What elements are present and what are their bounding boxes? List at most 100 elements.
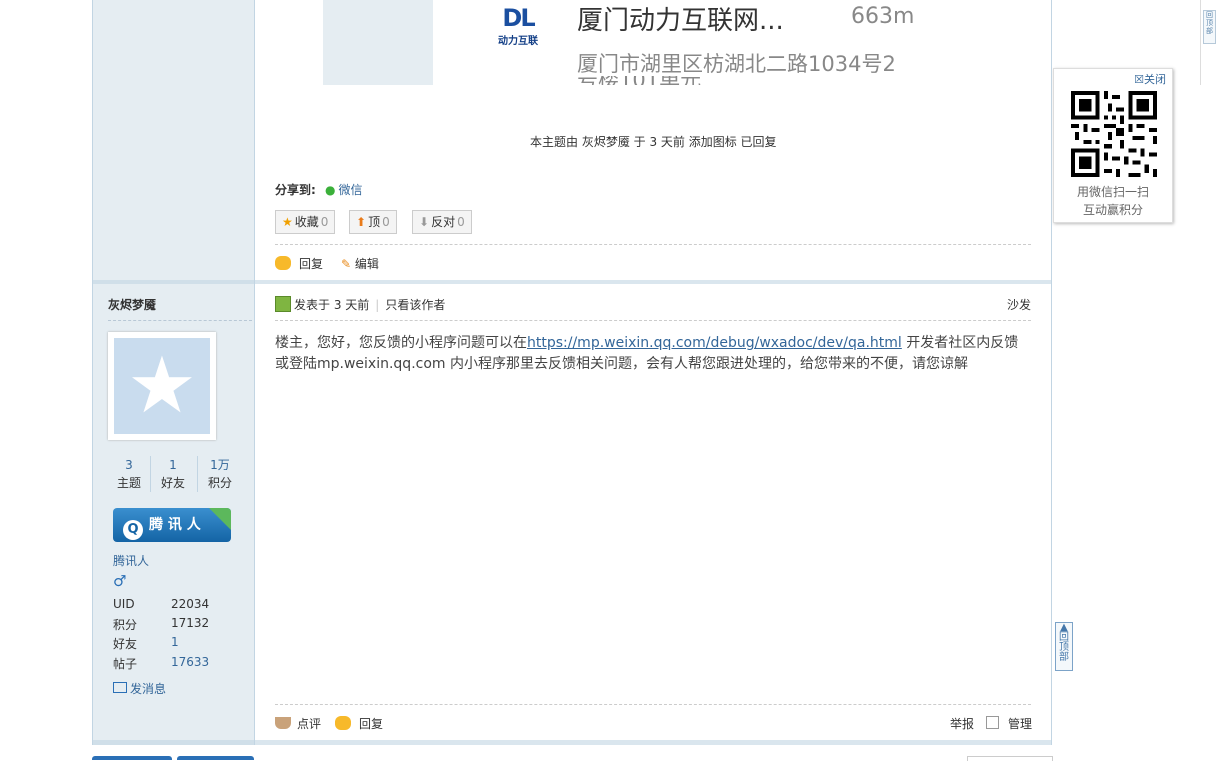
qr-caption: 用微信扫一扫 互动赢积分 <box>1054 183 1172 219</box>
manage-label: 管理 <box>1008 717 1033 731</box>
stat-friends[interactable]: 1 好友 <box>150 456 196 492</box>
reply-button[interactable]: 回复 <box>275 255 323 272</box>
stat-topics[interactable]: 3 主题 <box>106 456 152 492</box>
company-logo: DL 动力互联 <box>493 4 543 52</box>
map-scroll-handle[interactable]: 回顶部 <box>1203 10 1216 44</box>
post-content: 楼主，您好，您反馈的小程序问题可以在https://mp.weixin.qq.c… <box>275 333 1031 375</box>
share-label: 分享到: <box>275 183 316 197</box>
place-address-cont: 号楼101单元 <box>577 76 701 85</box>
qr-code-icon <box>1071 91 1157 177</box>
back-to-top-button[interactable]: ▲ 回顶部 <box>1055 622 1073 671</box>
profile-posts-link[interactable]: 17633 <box>171 655 209 669</box>
post-icon <box>275 296 291 312</box>
thread-frame: DL 动力互联 厦门动力互联网... 663m 厦门市湖里区枋湖北二路1034号… <box>92 0 1216 745</box>
qr-caption-line2: 互动赢积分 <box>1082 203 1143 217</box>
map-card[interactable]: DL 动力互联 厦门动力互联网... 663m 厦门市湖里区枋湖北二路1034号… <box>323 0 1216 85</box>
share-wechat-link[interactable]: ● 微信 <box>325 181 363 198</box>
place-distance: 663m <box>851 4 915 29</box>
back-to-top-label: 回顶部 <box>1059 632 1069 663</box>
floor-number[interactable]: 沙发 <box>1007 296 1031 313</box>
post-link[interactable]: https://mp.weixin.qq.com/debug/wxadoc/de… <box>527 335 902 351</box>
coffee-cup-icon <box>275 717 291 729</box>
post-bottom-separator <box>93 740 1051 745</box>
reply-bubble-icon <box>335 716 351 730</box>
only-author-link[interactable]: 只看该作者 <box>385 298 445 312</box>
manage-checkbox[interactable] <box>986 716 999 729</box>
reply-post-button[interactable]: 回复 <box>335 715 383 732</box>
report-link[interactable]: 举报 <box>950 715 974 732</box>
upvote-count: 0 <box>382 215 390 229</box>
profile-value: 22034 <box>171 597 210 611</box>
qq-penguin-icon: Q <box>123 520 143 540</box>
topic-note: 本主题由 灰烬梦魇 于 3 天前 添加图标 已回复 <box>530 135 777 149</box>
downvote-button[interactable]: ⬇ 反对 0 <box>412 210 472 234</box>
place-name: 厦门动力互联网... <box>577 6 784 36</box>
upvote-label: 顶 <box>368 215 381 229</box>
send-message-label: 发消息 <box>130 682 167 696</box>
gender-male-icon: ♂ <box>113 572 127 590</box>
send-message-link[interactable]: 发消息 <box>113 680 166 697</box>
share-wechat-label: 微信 <box>338 183 363 197</box>
logo-text: 动力互联 <box>498 36 538 47</box>
stat-points-label: 积分 <box>207 476 232 490</box>
star-icon: ★ <box>282 215 293 229</box>
default-avatar-icon: ★ <box>127 341 197 431</box>
profile-friends-link[interactable]: 1 <box>171 635 179 649</box>
logo-mark: DL <box>502 4 535 32</box>
stat-points[interactable]: 1万 积分 <box>197 456 243 492</box>
post-time: 发表于 3 天前 <box>294 298 370 312</box>
place-address: 厦门市湖里区枋湖北二路1034号2 <box>577 52 896 76</box>
favorite-count: 0 <box>320 215 329 229</box>
new-post-button[interactable] <box>92 756 172 760</box>
map-thumbnail <box>323 0 433 85</box>
close-icon: ☒ <box>1134 73 1144 86</box>
badge-corner-ribbon <box>209 508 231 530</box>
stat-friends-label: 好友 <box>160 476 185 490</box>
pencil-icon: ✎ <box>341 257 355 271</box>
favorite-label: 收藏 <box>294 215 319 229</box>
post-header: 发表于 3 天前 | 只看该作者 沙发 <box>275 296 1031 313</box>
wechat-qr-panel: ☒关闭 用微信扫一扫 互动赢积分 <box>1053 68 1173 223</box>
profile-key: 好友 <box>113 637 138 651</box>
badge-label: 腾 讯 人 <box>149 517 201 533</box>
profile-key: UID <box>113 597 135 611</box>
profile-key: 帖子 <box>113 657 138 671</box>
map-divider <box>1200 0 1201 85</box>
downvote-label: 反对 <box>431 215 456 229</box>
comment-button[interactable]: 点评 <box>275 715 321 732</box>
divider <box>275 320 1031 321</box>
favorite-button[interactable]: ★ 收藏 0 <box>275 210 336 234</box>
reply-thread-button[interactable] <box>177 756 254 760</box>
arrow-up-icon: ⬆ <box>356 215 367 229</box>
edit-button[interactable]: ✎ 编辑 <box>341 255 379 272</box>
avatar[interactable]: ★ <box>108 332 216 440</box>
comment-label: 点评 <box>297 717 322 731</box>
post-separator <box>93 280 1051 284</box>
upvote-button[interactable]: ⬆ 顶 0 <box>349 210 397 234</box>
author-name-link[interactable]: 灰烬梦魇 <box>108 296 156 313</box>
edit-label: 编辑 <box>354 257 379 271</box>
envelope-icon <box>113 682 127 693</box>
divider <box>275 704 1031 705</box>
reply-label: 回复 <box>299 257 324 271</box>
author-divider <box>108 320 252 321</box>
tencent-badge: Q腾 讯 人 <box>113 508 231 542</box>
header-separator: | <box>375 298 380 312</box>
stat-topics-value: 3 <box>125 458 133 472</box>
post-text: 楼主，您好，您反馈的小程序问题可以在 <box>275 335 527 351</box>
qr-caption-line1: 用微信扫一扫 <box>1076 185 1149 199</box>
stat-points-value: 1万 <box>210 458 230 472</box>
arrow-down-icon: ⬇ <box>419 215 430 229</box>
profile-key: 积分 <box>113 618 138 632</box>
page-select[interactable] <box>967 756 1053 761</box>
profile-value: 17132 <box>171 616 210 630</box>
close-qr-button[interactable]: ☒关闭 <box>1134 71 1166 87</box>
stat-topics-label: 主题 <box>116 476 141 490</box>
stat-friends-value: 1 <box>169 458 177 472</box>
divider <box>275 244 1031 245</box>
user-group-link[interactable]: 腾讯人 <box>113 552 149 569</box>
wechat-icon: ● <box>325 183 336 197</box>
reply-post-label: 回复 <box>359 717 384 731</box>
reply-bubble-icon <box>275 256 291 270</box>
downvote-count: 0 <box>457 215 465 229</box>
